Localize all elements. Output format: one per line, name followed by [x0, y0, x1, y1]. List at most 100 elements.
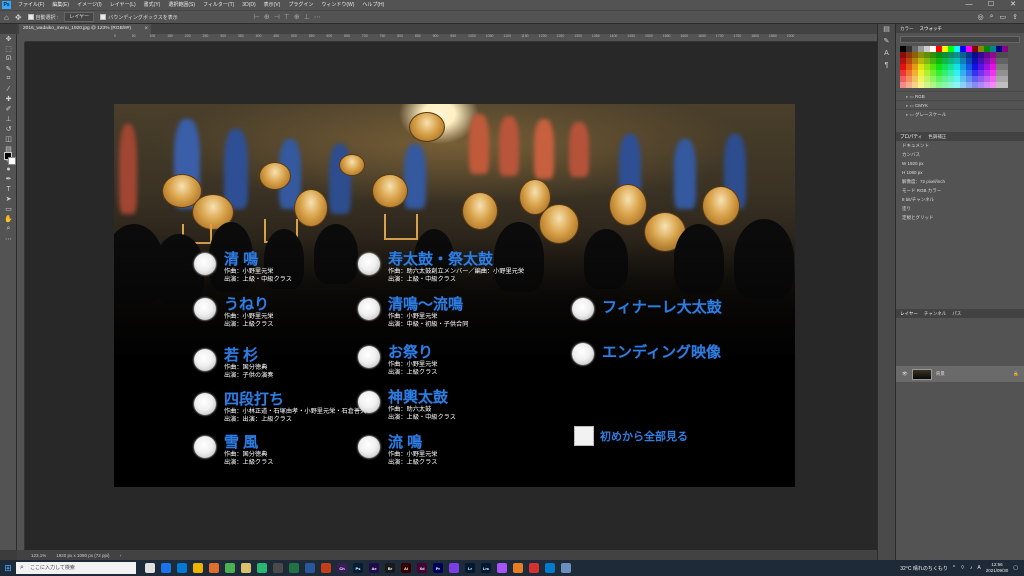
- auto-select-target-dropdown[interactable]: レイヤー: [64, 12, 95, 22]
- properties-canvas-label[interactable]: カンバス: [896, 150, 1024, 159]
- menu-item[interactable]: フィルター(T): [199, 0, 238, 10]
- healing-brush-icon[interactable]: ✚: [0, 94, 17, 104]
- menu-item-yondanuchi[interactable]: 四段打ち 作曲：小林正道・石塚由孝・小野里元栄・石倉善久 出演：出演：上級クラス: [194, 391, 366, 424]
- taskbar-app-icon[interactable]: [545, 563, 555, 573]
- color-mode-select[interactable]: モード RGB カラー: [896, 186, 1024, 195]
- swatch-folder[interactable]: グレースケール: [896, 109, 1024, 118]
- taskbar-app-icon[interactable]: Xd: [417, 563, 427, 573]
- maximize-button[interactable]: ☐: [980, 0, 1002, 10]
- ime-icon[interactable]: A: [977, 565, 980, 571]
- hand-tool-icon[interactable]: ✋: [0, 214, 17, 224]
- tab-layers[interactable]: レイヤー: [900, 309, 918, 318]
- play-all-button[interactable]: 初めから全部見る: [574, 426, 688, 446]
- share-icon[interactable]: ⇪: [1012, 13, 1018, 21]
- align-center-icon[interactable]: ⊕: [264, 13, 270, 21]
- network-icon[interactable]: ⌔: [960, 565, 965, 571]
- minimize-button[interactable]: —: [958, 0, 980, 10]
- eye-icon[interactable]: 👁: [902, 371, 908, 377]
- taskbar-app-icon[interactable]: [145, 563, 155, 573]
- menu-item-mikoshi-daiko[interactable]: 神輿太鼓 作曲：助六太鼓 出演：上級・中級クラス: [358, 389, 456, 422]
- quick-select-tool-icon[interactable]: ✎: [0, 64, 17, 74]
- home-icon[interactable]: ⌂: [4, 13, 9, 22]
- menu-item-wakasugi[interactable]: 若 杉作曲：国分徳典 出演：子供の演奏: [194, 347, 274, 380]
- taskbar-app-icon[interactable]: Ae: [369, 563, 379, 573]
- menu-item[interactable]: 選択範囲(S): [164, 0, 199, 10]
- layer-background[interactable]: 👁 背景 🔒: [896, 366, 1024, 382]
- taskbar-app-icon[interactable]: [289, 563, 299, 573]
- menu-bullet-icon[interactable]: [358, 253, 380, 275]
- search-icon[interactable]: ⌕: [990, 13, 994, 21]
- horizontal-ruler[interactable]: 0 50 100 150 200 250 300 350 400 450 500 550 600 650 7…: [25, 34, 877, 42]
- taskbar-app-icon[interactable]: [513, 563, 523, 573]
- taskbar-app-icon[interactable]: [257, 563, 267, 573]
- document-tab[interactable]: 2016_wadaiko_menu_1920.jpg @ 123% (RGB/8…: [19, 24, 151, 34]
- menu-item[interactable]: ヘルプ(H): [358, 0, 388, 10]
- taskbar-app-icon[interactable]: Pr: [433, 563, 443, 573]
- brush-tool-icon[interactable]: ✐: [0, 104, 17, 114]
- menu-bullet-icon[interactable]: [194, 436, 216, 458]
- menu-bullet-icon[interactable]: [194, 253, 216, 275]
- volume-icon[interactable]: ♪: [970, 565, 973, 571]
- menu-item-yukikaze[interactable]: 雪 風作曲：国分徳典 出演：上級クラス: [194, 434, 273, 467]
- auto-select-checkbox[interactable]: [27, 14, 34, 21]
- taskbar-app-icon[interactable]: [305, 563, 315, 573]
- menu-item-finale[interactable]: フィナーレ大太鼓: [572, 296, 722, 320]
- menu-bullet-icon[interactable]: [358, 346, 380, 368]
- menu-item-omatsuri[interactable]: お祭り 作曲：小野里元栄 出演：上級クラス: [358, 344, 438, 377]
- transform-toggle[interactable]: バウンディングボックスを表示: [100, 14, 178, 21]
- history-panel-icon[interactable]: ▤: [878, 24, 895, 36]
- notification-icon[interactable]: ▢: [1013, 565, 1018, 571]
- taskbar-app-icon[interactable]: Lrc: [481, 563, 491, 573]
- taskbar-app-icon[interactable]: [177, 563, 187, 573]
- vertical-ruler[interactable]: [17, 42, 25, 550]
- marquee-tool-icon[interactable]: ⬚: [0, 44, 17, 54]
- taskbar-clock[interactable]: 12:56 2021/09/30: [986, 562, 1009, 574]
- shape-tool-icon[interactable]: ▭: [0, 204, 17, 214]
- taskbar-app-icon[interactable]: Ch: [337, 563, 347, 573]
- eraser-tool-icon[interactable]: ◫: [0, 134, 17, 144]
- taskbar-app-icon[interactable]: [529, 563, 539, 573]
- pen-tool-icon[interactable]: ✒: [0, 174, 17, 184]
- move-tool-icon[interactable]: ✥: [15, 13, 22, 22]
- tab-color[interactable]: カラー: [900, 24, 914, 33]
- canvas-width-field[interactable]: W 1920 px: [896, 159, 1024, 168]
- tray-up-arrow-icon[interactable]: ^: [953, 565, 955, 571]
- history-brush-icon[interactable]: ↺: [0, 124, 17, 134]
- dodge-tool-icon[interactable]: ●: [0, 164, 17, 174]
- taskbar-search-input[interactable]: ⌕ ここに入力して検索: [16, 562, 136, 574]
- taskbar-app-icon[interactable]: Ai: [401, 563, 411, 573]
- menu-bullet-icon[interactable]: [572, 298, 594, 320]
- taskbar-app-icon[interactable]: [497, 563, 507, 573]
- workspace-icon[interactable]: ▭: [1000, 13, 1007, 21]
- menu-item[interactable]: プラグイン: [284, 0, 317, 10]
- menu-bullet-icon[interactable]: [358, 391, 380, 413]
- canvas-height-field[interactable]: H 1080 px: [896, 168, 1024, 177]
- status-arrow-icon[interactable]: ›: [120, 553, 122, 558]
- menu-bullet-icon[interactable]: [572, 343, 594, 365]
- taskbar-app-icon[interactable]: Ps: [353, 563, 363, 573]
- taskbar-app-icon[interactable]: [161, 563, 171, 573]
- 3d-mode-icon[interactable]: ◎: [977, 13, 983, 21]
- taskbar-app-icon[interactable]: [193, 563, 203, 573]
- menu-item-seimei[interactable]: 清 鳴作曲：小野里元栄 出演：上級・中級クラス: [194, 251, 292, 284]
- move-tool-icon[interactable]: ✥: [0, 34, 17, 44]
- lock-icon[interactable]: 🔒: [1013, 371, 1019, 377]
- taskbar-app-icon[interactable]: [209, 563, 219, 573]
- more-tools-icon[interactable]: ⋯: [0, 234, 17, 244]
- color-swatch[interactable]: [1002, 82, 1008, 88]
- menu-item[interactable]: ウィンドウ(W): [317, 0, 358, 10]
- more-options-icon[interactable]: ⋯: [314, 13, 321, 21]
- swatch-folder[interactable]: RGB: [896, 91, 1024, 100]
- tab-paths[interactable]: パス: [952, 309, 961, 318]
- type-tool-icon[interactable]: T: [0, 184, 17, 194]
- taskbar-app-icon[interactable]: [273, 563, 283, 573]
- play-all-checkbox-icon[interactable]: [574, 426, 594, 446]
- tab-channels[interactable]: チャンネル: [924, 309, 946, 318]
- taskbar-app-icon[interactable]: Br: [385, 563, 395, 573]
- zoom-level[interactable]: 123.1%: [31, 553, 46, 558]
- rulers-grid-section[interactable]: 定規とグリッド: [896, 213, 1024, 222]
- brush-settings-icon[interactable]: ✎: [878, 36, 895, 48]
- align-left-icon[interactable]: ⊢: [254, 13, 260, 21]
- weather-widget[interactable]: 32°C 晴れのちくもり: [900, 565, 948, 572]
- eyedropper-tool-icon[interactable]: ⁄: [0, 84, 17, 94]
